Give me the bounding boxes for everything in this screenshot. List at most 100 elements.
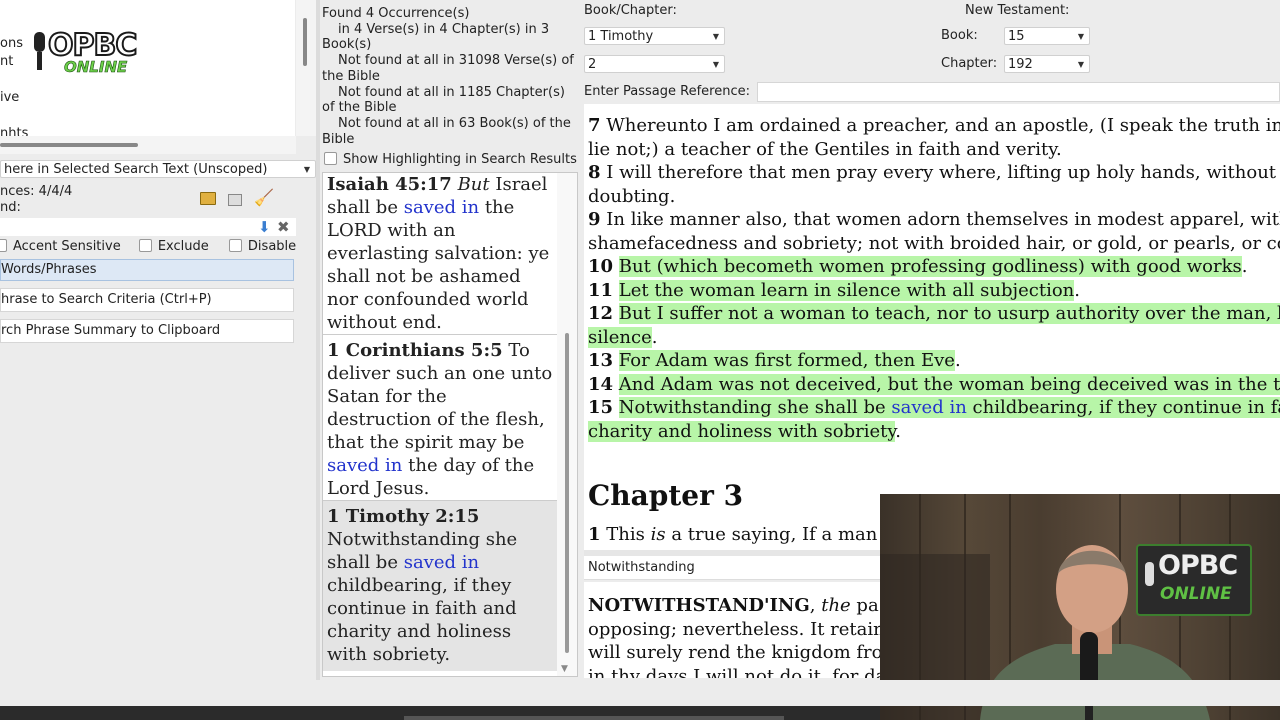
verse-line[interactable]: lie not;) a teacher of the Gentiles in f… — [588, 138, 1280, 162]
disable-label: Disable — [247, 239, 297, 254]
verse-line[interactable]: charity and holiness with sobriety. — [588, 420, 1280, 444]
nav-item[interactable]: nt — [0, 54, 13, 69]
verse-line[interactable]: 1 This is a true saying, If a man — [588, 523, 877, 547]
verse-line[interactable]: shamefacedness and sobriety; not with br… — [588, 232, 1280, 256]
result-text-line: LORD with an — [327, 220, 456, 241]
disable-checkbox[interactable]: Disable — [228, 239, 297, 254]
taskbar-highlight — [404, 716, 784, 720]
verse-line[interactable]: 14 And Adam was not deceived, but the wo… — [588, 373, 1280, 397]
search-scope-value: here in Selected Search Text (Unscoped) — [4, 162, 268, 177]
taskbar — [0, 706, 880, 720]
show-highlighting-checkbox[interactable]: Show Highlighting in Search Results — [324, 152, 577, 168]
result-reference: 1 Timothy 2:15 — [327, 506, 480, 527]
result-reference: Isaiah 45:17 — [327, 174, 452, 195]
verse-punctuation: . — [651, 326, 658, 348]
scroll-down-icon[interactable]: ▼ — [561, 664, 568, 674]
status-bar — [0, 680, 1280, 706]
result-text-line: with sobriety. — [327, 644, 451, 665]
open-folder-icon[interactable] — [200, 192, 216, 205]
summary-line: of the Bible — [322, 100, 397, 116]
verse-punctuation: . — [954, 350, 961, 371]
verse-text: In like manner also, that women adorn th… — [606, 209, 1280, 230]
exclude-label: Exclude — [157, 239, 209, 254]
summary-line: Bible — [322, 131, 355, 147]
vertical-scrollbar[interactable] — [296, 0, 316, 136]
dictionary-line: opposing; nevertheless. It retain — [588, 618, 885, 640]
verse-line[interactable]: doubting. — [588, 185, 1280, 209]
chapter-dropdown[interactable]: 2 ▼ — [584, 55, 725, 73]
verse-line[interactable]: 8 I will therefore that men pray every w… — [588, 161, 1280, 185]
result-text-line: deliver such an one unto — [327, 363, 553, 384]
verse-text: And Adam was not deceived, but the woman… — [618, 373, 1280, 395]
result-text-line: everlasting salvation: ye — [327, 243, 550, 264]
exclude-checkbox[interactable]: Exclude — [138, 239, 209, 254]
verse-line[interactable]: 12 But I suffer not a woman to teach, no… — [588, 302, 1280, 326]
book-number-value: 15 — [1008, 29, 1025, 44]
verse-number: 11 — [588, 279, 614, 301]
search-scope-dropdown[interactable]: here in Selected Search Text (Unscoped) … — [0, 160, 316, 178]
verse-line[interactable]: 9 In like manner also, that women adorn … — [588, 208, 1280, 232]
copy-summary-button[interactable]: rch Phrase Summary to Clipboard — [0, 319, 294, 343]
result-text-line: Notwithstanding she — [327, 529, 518, 550]
passage-label: Enter Passage Reference: — [584, 84, 750, 99]
result-text-line: But Israel — [457, 174, 548, 195]
add-phrase-label: hrase to Search Criteria (Ctrl+P) — [1, 292, 212, 307]
chevron-down-icon: ▼ — [303, 165, 310, 174]
verse-text: But (which becometh women professing god… — [618, 256, 1242, 277]
result-reference: 1 Corinthians 5:5 — [327, 340, 503, 361]
left-panel-divider[interactable] — [316, 0, 320, 680]
result-item[interactable]: 1 Corinthians 5:5 To deliver such an one … — [323, 335, 577, 500]
verse-line[interactable]: silence. — [588, 326, 1280, 350]
result-item[interactable]: 1 Timothy 2:15 Notwithstanding she shall … — [323, 501, 577, 671]
result-item[interactable]: Isaiah 45:17 But Israel shall be saved in… — [323, 173, 577, 334]
verse-punctuation: . — [1074, 279, 1080, 301]
nav-item[interactable]: nhts — [0, 126, 28, 136]
verse-text: I will therefore that men pray every whe… — [606, 162, 1277, 183]
verse-line[interactable]: 11 Let the woman learn in silence with a… — [588, 279, 1280, 303]
result-text-line: nor confounded world — [327, 289, 529, 310]
save-icon[interactable] — [228, 194, 242, 206]
verse-text: Notwithstanding she shall be saved in ch… — [618, 397, 1280, 418]
result-text-line: childbearing, if they — [327, 575, 512, 596]
chevron-down-icon: ▼ — [1077, 60, 1084, 69]
chapter-number-dropdown[interactable]: 192 ▼ — [1004, 55, 1090, 73]
chapter-number-label: Chapter: — [941, 56, 998, 71]
nav-item[interactable]: ive — [0, 90, 19, 105]
chapter-heading: Chapter 3 — [588, 479, 744, 512]
results-scrollbar[interactable]: ▼ — [557, 173, 577, 676]
result-text-line: without end. — [327, 312, 442, 333]
scrollbar-thumb[interactable] — [565, 333, 569, 653]
verse-text: charity and holiness with sobriety — [588, 420, 896, 442]
result-text-line: shall not be ashamed — [327, 266, 521, 287]
accent-sensitive-checkbox[interactable]: Accent Sensitive — [0, 239, 121, 254]
summary-line: Not found at all in 1185 Chapter(s) — [338, 84, 565, 100]
result-text-line: shall be saved in the — [327, 197, 515, 218]
nav-item[interactable]: ons — [0, 36, 23, 51]
close-icon[interactable]: ✖ — [277, 218, 290, 236]
book-dropdown[interactable]: 1 Timothy ▼ — [584, 27, 725, 45]
verse-line[interactable]: 7 Whereunto I am ordained a preacher, an… — [588, 114, 1280, 138]
dictionary-line: NOTWITHSTAND'ING, the pa — [588, 595, 879, 616]
verse-text: silence — [588, 326, 652, 348]
passage-input[interactable] — [757, 82, 1280, 102]
overlay-logo-top: OPBC — [1158, 550, 1238, 581]
add-phrase-button[interactable]: hrase to Search Criteria (Ctrl+P) — [0, 288, 294, 312]
scrollbar-thumb[interactable] — [303, 18, 307, 66]
result-text-line: that the spirit may be — [327, 432, 525, 453]
result-text-line: Lord Jesus. — [327, 478, 430, 499]
overlay-logo-bottom: ONLINE — [1160, 584, 1232, 604]
verse-line[interactable]: 10 But (which becometh women professing … — [588, 255, 1280, 279]
verse-number: 9 — [588, 209, 601, 230]
dictionary-line: will surely rend the knigdom fro — [588, 642, 883, 663]
verse-line[interactable]: 15 Notwithstanding she shall be saved in… — [588, 396, 1280, 420]
matches-count: nces: 4/4/4 — [0, 184, 73, 199]
verse-line[interactable]: 13 For Adam was first formed, then Eve. — [588, 349, 1280, 373]
verse-text: But I suffer not a woman to teach, nor t… — [618, 303, 1280, 324]
words-phrases-item[interactable]: Words/Phrases — [0, 259, 294, 281]
book-number-dropdown[interactable]: 15 ▼ — [1004, 27, 1090, 45]
move-down-icon[interactable]: ⬇ — [258, 218, 271, 236]
scrollbar-thumb[interactable] — [0, 143, 138, 147]
horizontal-scrollbar[interactable] — [0, 136, 296, 154]
verse-number: 14 — [588, 373, 614, 395]
clear-brush-icon[interactable]: 🧹 — [254, 190, 274, 206]
